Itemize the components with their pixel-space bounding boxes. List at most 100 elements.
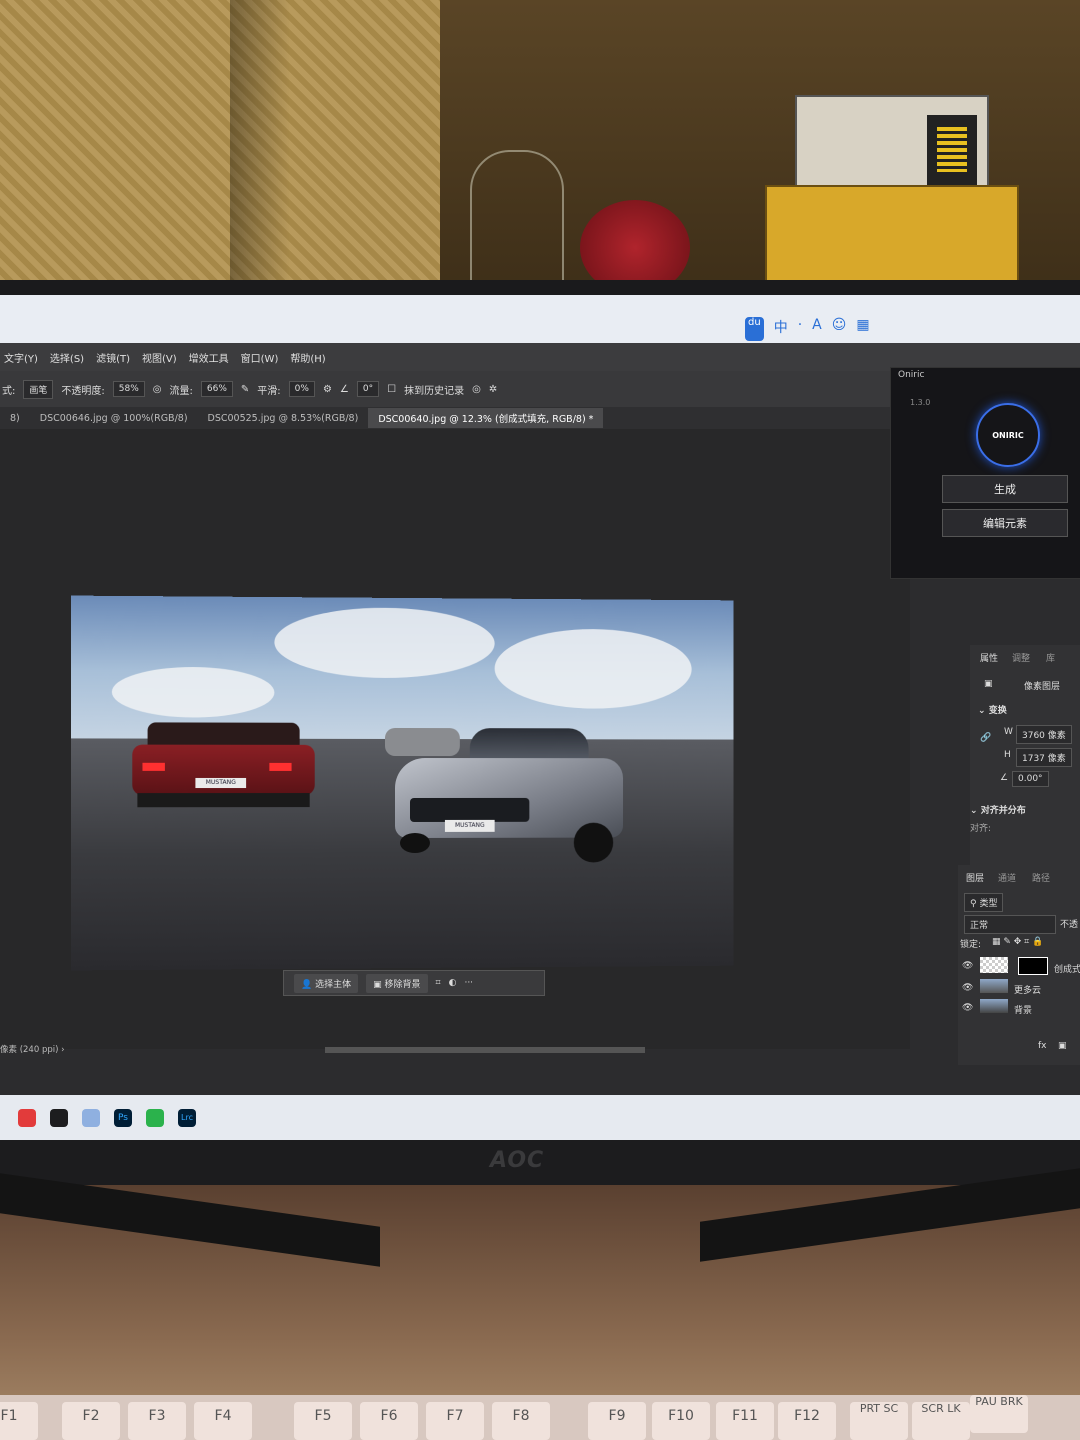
pressure-size-icon[interactable]: ◎ [472, 384, 481, 395]
tab-dsc00525[interactable]: DSC00525.jpg @ 8.53%(RGB/8) [198, 410, 369, 427]
angle-field[interactable]: 0° [356, 381, 380, 397]
key-f10[interactable]: F10 [652, 1402, 710, 1440]
layer-name[interactable]: 背景 [1014, 1003, 1032, 1016]
crop-icon[interactable]: ⌗ [436, 978, 441, 988]
key-f6[interactable]: F6 [360, 1402, 418, 1440]
horizontal-scrollbar[interactable] [325, 1047, 645, 1053]
eye-icon[interactable]: 👁 [962, 961, 973, 971]
key-f2[interactable]: F2 [62, 1402, 120, 1440]
tab-adjustments[interactable]: 调整 [1012, 651, 1030, 664]
tab-layers[interactable]: 图层 [966, 871, 984, 884]
layer-filter[interactable]: ⚲ 类型 [964, 893, 1004, 912]
remove-background-button[interactable]: ▣ 移除背景 [366, 973, 428, 993]
flow-field[interactable]: 66% [200, 381, 233, 397]
document-tabs: 8) DSC00646.jpg @ 100%(RGB/8) DSC00525.j… [0, 407, 890, 429]
tab-library[interactable]: 库 [1046, 651, 1055, 664]
eye-icon[interactable]: 👁 [962, 1003, 973, 1013]
blend-mode[interactable]: 正常 [964, 915, 1056, 934]
more-icon[interactable]: ··· [464, 978, 473, 988]
align-header[interactable]: ⌄ 对齐并分布 [970, 803, 1026, 816]
menu-type[interactable]: 文字(Y) [4, 350, 38, 365]
curtain-shadow [230, 0, 290, 300]
bot-icon[interactable]: ☺ [832, 317, 847, 341]
butterfly-icon[interactable]: ✲ [489, 384, 497, 395]
layer-mask-thumb [1018, 957, 1048, 975]
ime-icon[interactable]: 中 [774, 317, 788, 341]
network-icon[interactable] [82, 1108, 100, 1127]
generate-button[interactable]: 生成 [942, 475, 1068, 503]
tab-dsc00646[interactable]: DSC00646.jpg @ 100%(RGB/8) [30, 410, 198, 427]
menu-filter[interactable]: 滤镜(T) [96, 350, 130, 365]
key-f12[interactable]: F12 [778, 1402, 836, 1440]
edit-elements-button[interactable]: 编辑元素 [942, 509, 1068, 537]
fx-icon[interactable]: fx [1038, 1041, 1047, 1051]
photoshop-icon[interactable]: Ps [114, 1108, 132, 1127]
mask-icon[interactable]: ▣ [1058, 1041, 1067, 1051]
plate-front: MUSTANG [444, 819, 495, 832]
cloud [494, 628, 692, 709]
tab-dsc00640[interactable]: DSC00640.jpg @ 12.3% (创成式填充, RGB/8) * [368, 408, 604, 428]
key-prtsc[interactable]: PRT SC [850, 1402, 908, 1440]
key-scrlk[interactable]: SCR LK [912, 1402, 970, 1440]
lightroom-icon[interactable]: Lrc [178, 1108, 196, 1127]
opacity-field[interactable]: 58% [112, 381, 145, 397]
layer-thumb [980, 999, 1008, 1013]
circle-half-icon[interactable]: ◐ [449, 978, 457, 988]
key-paubrk[interactable]: PAU BRK [970, 1395, 1028, 1433]
key-f3[interactable]: F3 [128, 1402, 186, 1440]
menu-view[interactable]: 视图(V) [142, 350, 177, 365]
lock-label: 锁定: [960, 940, 982, 950]
align-sub: 对齐: [970, 824, 992, 834]
tab-partial[interactable]: 8) [0, 410, 30, 427]
status-text: 像素 (240 ppi) [0, 1045, 59, 1055]
tab-properties[interactable]: 属性 [980, 651, 998, 664]
smooth-field[interactable]: 0% [288, 381, 315, 397]
grid-icon[interactable]: ▦ [856, 317, 869, 341]
tab-paths[interactable]: 路径 [1032, 871, 1050, 884]
ime-mode-icon[interactable]: A [812, 317, 822, 341]
menu-plugins[interactable]: 增效工具 [189, 350, 229, 365]
music-icon[interactable] [50, 1108, 68, 1127]
link-icon[interactable]: 🔗 [980, 733, 991, 743]
netease-icon[interactable] [18, 1108, 36, 1127]
layer-name[interactable]: 创成式 [1054, 962, 1080, 975]
document-photo[interactable]: MUSTANG MUSTANG [70, 595, 734, 971]
airbrush-icon[interactable]: ✎ [241, 384, 249, 395]
eye-icon[interactable]: 👁 [962, 983, 973, 993]
angle-field[interactable]: 0.00° [1012, 771, 1049, 787]
height-field[interactable]: 1737 像素 [1016, 748, 1072, 767]
dot-icon[interactable]: · [798, 317, 802, 341]
menu-help[interactable]: 帮助(H) [290, 350, 325, 365]
tab-channels[interactable]: 通道 [998, 871, 1016, 884]
wechat-icon[interactable] [146, 1108, 164, 1127]
mode-select[interactable]: 画笔 [23, 379, 54, 399]
chevron-right-icon[interactable]: › [61, 1045, 64, 1055]
pixel-layer-icon: ▣ [984, 679, 993, 689]
person-icon: 👤 [301, 979, 313, 990]
key-f9[interactable]: F9 [588, 1402, 646, 1440]
cloud [111, 666, 275, 718]
gear-icon[interactable]: ⚙ [323, 384, 332, 395]
key-f5[interactable]: F5 [294, 1402, 352, 1440]
layer-thumb [980, 979, 1008, 993]
menu-select[interactable]: 选择(S) [50, 350, 84, 365]
silver-car: MUSTANG [395, 728, 624, 873]
angle-icon: ∠ [339, 383, 349, 395]
pressure-icon[interactable]: ◎ [153, 384, 162, 395]
key-f4[interactable]: F4 [194, 1402, 252, 1440]
key-f8[interactable]: F8 [492, 1402, 550, 1440]
key-f11[interactable]: F11 [716, 1402, 774, 1440]
baidu-icon[interactable]: du [745, 317, 764, 341]
width-field[interactable]: 3760 像素 [1016, 725, 1072, 744]
w-label: W [1004, 727, 1013, 737]
history-checkbox[interactable]: ☐ [387, 384, 396, 395]
oniric-title: Oniric [898, 370, 925, 380]
system-tray: du 中 · A ☺ ▦ [745, 317, 870, 341]
menu-window[interactable]: 窗口(W) [241, 350, 279, 365]
key-f7[interactable]: F7 [426, 1402, 484, 1440]
transform-header[interactable]: ⌄ 变换 [978, 703, 1007, 716]
key-f1[interactable]: F1 [0, 1402, 38, 1440]
select-subject-button[interactable]: 👤 选择主体 [294, 973, 359, 993]
lock-icons[interactable]: ▦ ✎ ✥ ⌗ 🔒 [992, 937, 1043, 947]
layer-name[interactable]: 更多云 [1014, 983, 1041, 996]
